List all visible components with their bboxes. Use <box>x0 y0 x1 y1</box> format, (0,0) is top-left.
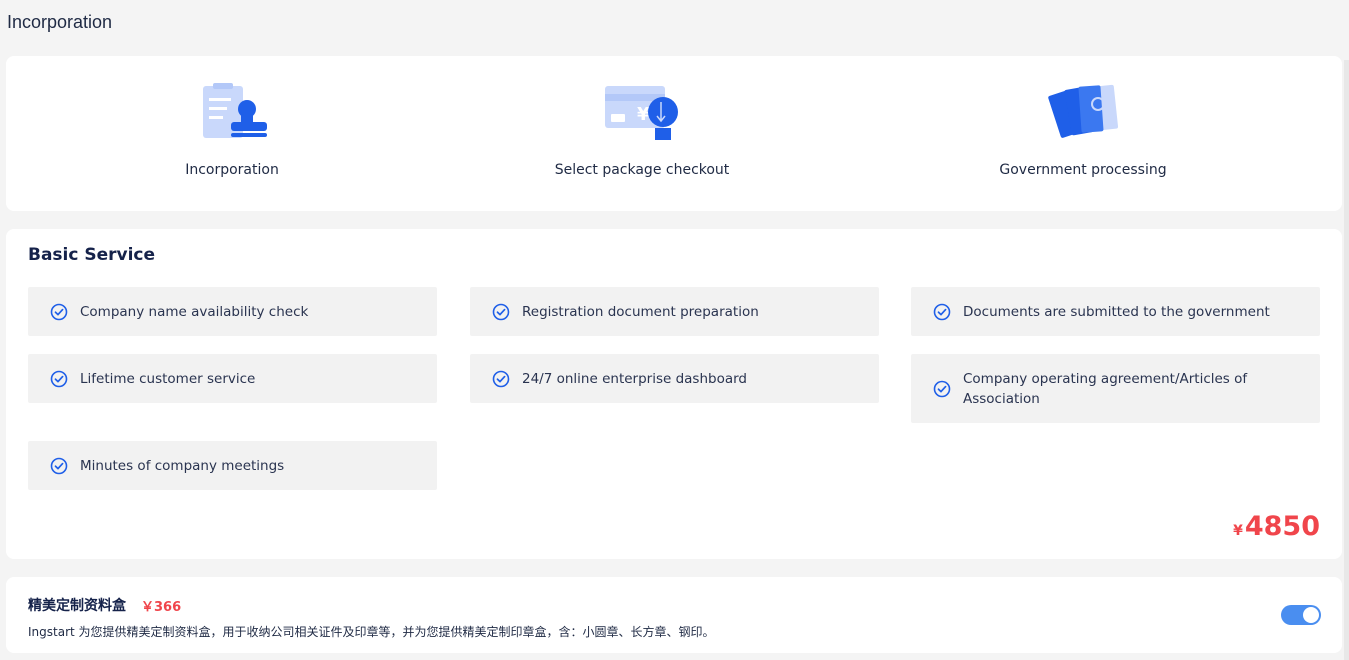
basic-service-card: Basic Service Company name availability … <box>6 229 1342 559</box>
feature-item: Minutes of company meetings <box>28 441 437 490</box>
feature-item: Company operating agreement/Articles of … <box>911 354 1320 423</box>
feature-text: Minutes of company meetings <box>80 457 285 474</box>
feature-text: 24/7 online enterprise dashboard <box>522 370 748 387</box>
addon-price: ￥366 <box>141 600 182 615</box>
check-circle-icon <box>50 303 68 320</box>
card-payment-icon: ¥ <box>605 86 678 140</box>
check-circle-icon <box>50 457 68 474</box>
check-circle-icon <box>492 303 510 320</box>
process-steps-card: Incorporation ¥ Select package checkout … <box>6 56 1342 211</box>
step-label: Select package checkout <box>554 162 730 178</box>
price-amount: 4850 <box>1244 511 1320 542</box>
currency-symbol: ¥ <box>1233 523 1243 539</box>
service-price: ¥ 4850 <box>1233 511 1320 542</box>
feature-item: Company name availability check <box>28 287 437 336</box>
addon-toggle[interactable] <box>1281 605 1321 625</box>
check-circle-icon <box>50 370 68 387</box>
addon-description: Ingstart 为您提供精美定制资料盒，用于收纳公司相关证件及印章等，并为您提… <box>28 625 715 639</box>
feature-text: Company operating agreement/Articles of … <box>963 370 1248 407</box>
feature-item: Documents are submitted to the governmen… <box>911 287 1320 336</box>
feature-item: 24/7 online enterprise dashboard <box>470 354 879 403</box>
page-title: Incorporation <box>7 12 113 32</box>
document-stamp-icon <box>203 83 267 138</box>
feature-text: Company name availability check <box>80 303 309 320</box>
svg-text:¥: ¥ <box>637 104 650 125</box>
step-government-processing: Government processing <box>973 82 1193 178</box>
scrollbar[interactable] <box>1344 60 1349 660</box>
feature-text: Documents are submitted to the governmen… <box>963 303 1270 320</box>
feature-text: Lifetime customer service <box>80 370 256 387</box>
toggle-knob <box>1303 607 1319 623</box>
step-incorporation: Incorporation <box>122 82 342 178</box>
check-circle-icon <box>933 303 951 320</box>
step-label: Government processing <box>999 162 1167 178</box>
step-select-package: ¥ Select package checkout <box>532 82 752 178</box>
government-files-icon <box>1048 84 1119 138</box>
feature-item: Lifetime customer service <box>28 354 437 403</box>
step-label: Incorporation <box>185 162 279 178</box>
addon-name: 精美定制资料盒 <box>28 598 126 614</box>
check-circle-icon <box>933 380 951 397</box>
feature-text: Registration document preparation <box>522 303 759 320</box>
section-title: Basic Service <box>28 245 156 265</box>
feature-item: Registration document preparation <box>470 287 879 336</box>
check-circle-icon <box>492 370 510 387</box>
addon-card: 精美定制资料盒 ￥366 Ingstart 为您提供精美定制资料盒，用于收纳公司… <box>6 577 1342 653</box>
